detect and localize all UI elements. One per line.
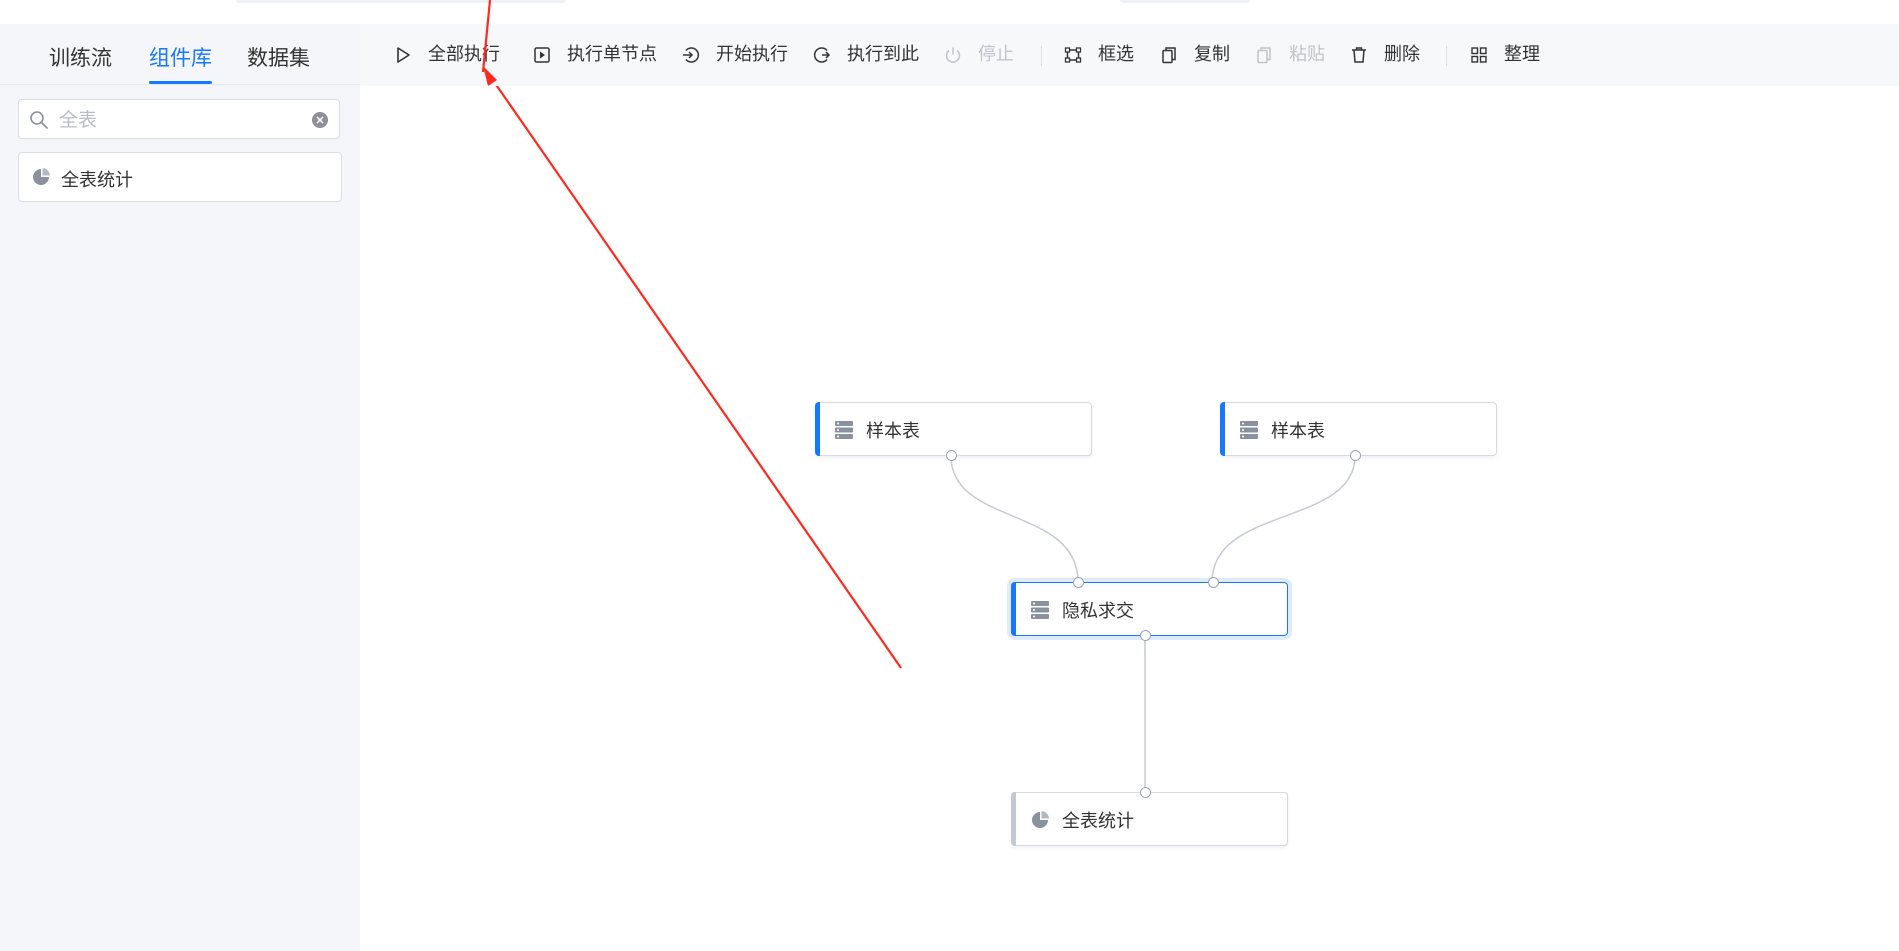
left-tabs: 训练流 组件库 数据集 <box>0 24 360 85</box>
edge <box>950 455 1079 583</box>
grid-icon <box>1471 47 1487 63</box>
copy-icon <box>1162 47 1176 64</box>
flow-canvas[interactable]: 样本表 样本表 隐私求交 全表统计 <box>360 86 1899 951</box>
node-full-table-stats[interactable]: 全表统计 <box>1011 787 1288 846</box>
input-port[interactable] <box>1140 787 1151 798</box>
table-icon <box>835 421 853 439</box>
top-fragment <box>1120 0 1250 3</box>
pie-chart-icon <box>1032 811 1049 828</box>
output-port[interactable] <box>946 450 957 461</box>
box-select-icon <box>1064 47 1082 63</box>
table-icon <box>1240 421 1258 439</box>
tab-dataset[interactable]: 数据集 <box>247 42 310 72</box>
node-label: 全表统计 <box>1062 811 1134 832</box>
toolbar-divider <box>1446 46 1447 66</box>
play-icon <box>397 47 410 63</box>
clear-icon[interactable] <box>311 111 329 129</box>
tab-component-library[interactable]: 组件库 <box>149 42 212 72</box>
table-icon <box>1031 601 1049 619</box>
paste-icon <box>1257 47 1271 64</box>
node-sample-table-1[interactable]: 样本表 <box>815 402 1092 461</box>
edge <box>1211 455 1356 583</box>
left-panel: 训练流 组件库 数据集 全表统计 <box>0 24 360 951</box>
node-accent-bar <box>1011 582 1016 636</box>
toolbar-divider <box>1041 46 1042 66</box>
node-accent-bar <box>1220 402 1225 456</box>
search-input[interactable] <box>57 106 301 134</box>
output-port[interactable] <box>1350 450 1361 461</box>
run-to-here-icon <box>813 47 831 63</box>
output-port[interactable] <box>1140 630 1151 641</box>
node-psi[interactable]: 隐私求交 <box>1011 577 1288 641</box>
trash-icon <box>1352 47 1366 63</box>
input-port[interactable] <box>1073 577 1084 588</box>
node-accent-bar <box>815 402 820 456</box>
node-label: 样本表 <box>866 421 920 442</box>
search-icon <box>30 111 48 129</box>
component-item-full-table-stats[interactable]: 全表统计 <box>18 152 342 202</box>
power-icon <box>945 47 961 63</box>
top-fragment <box>236 0 566 3</box>
node-sample-table-2[interactable]: 样本表 <box>1220 402 1497 461</box>
pie-chart-icon <box>33 168 50 185</box>
active-tab-underline <box>149 81 212 84</box>
toolbar: 全部执行 执行单节点 开始执行 执行到此 停止 框选 复制 粘贴 删除 整理 <box>360 24 1899 86</box>
node-label: 样本表 <box>1271 421 1325 442</box>
annotation-arrow <box>495 86 902 669</box>
play-square-icon <box>534 47 550 63</box>
node-label: 隐私求交 <box>1062 601 1134 622</box>
start-from-icon <box>683 47 700 63</box>
input-port[interactable] <box>1208 577 1219 588</box>
node-accent-bar <box>1011 792 1016 846</box>
tab-training-flow[interactable]: 训练流 <box>49 42 112 72</box>
search-box <box>18 99 340 139</box>
top-strip <box>0 0 1899 25</box>
component-item-label: 全表统计 <box>61 170 133 191</box>
